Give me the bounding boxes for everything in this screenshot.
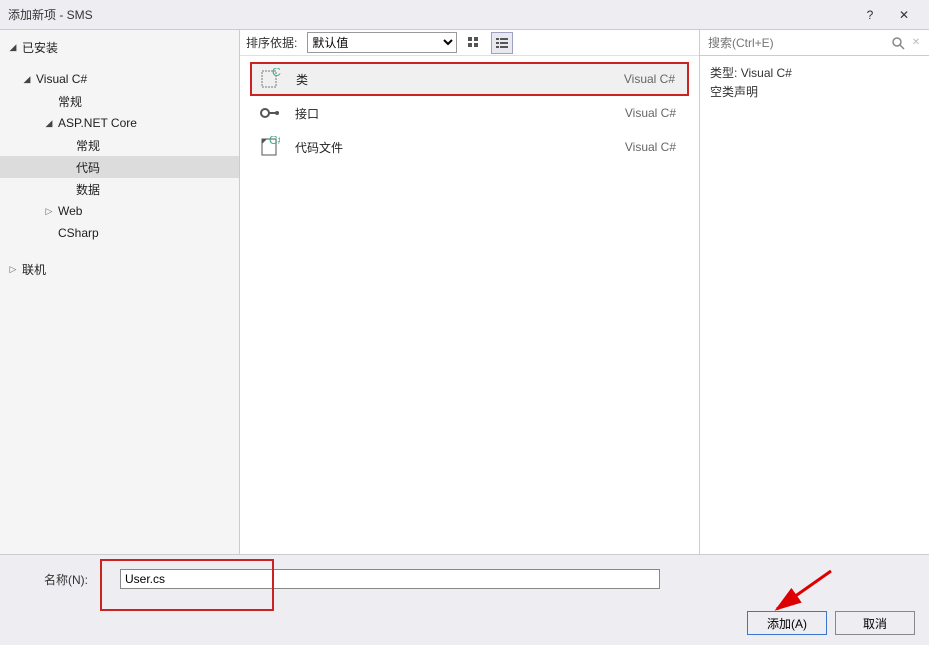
help-icon[interactable]: ? [853,3,887,27]
sidebar-label: Visual C# [36,72,87,86]
code-file-icon: C# [257,135,281,159]
details-panel: 类型: Visual C# 空类声明 [700,56,929,110]
cancel-button[interactable]: 取消 [835,611,915,635]
description-text: 空类声明 [710,83,919,102]
template-row-codefile[interactable]: C# 代码文件 Visual C# [250,130,689,164]
sidebar-node-web[interactable]: Web [0,200,239,222]
type-label: 类型: [710,66,737,80]
type-row: 类型: Visual C# [710,64,919,83]
sidebar-label: 联机 [22,261,46,278]
close-search-icon[interactable]: ✕ [907,37,925,48]
button-row: 添加(A) 取消 [14,611,915,635]
svg-text:C#: C# [269,136,280,147]
main-area: 已安装 Visual C# 常规 ASP.NET Core 常规 代码 数据 [0,30,929,554]
sidebar-label: 常规 [76,137,100,154]
name-input[interactable] [120,569,660,589]
template-name: 代码文件 [295,139,625,156]
sidebar-label: CSharp [58,226,99,240]
chevron-down-icon[interactable] [42,116,56,130]
add-button[interactable]: 添加(A) [747,611,827,635]
right-panel: ✕ 类型: Visual C# 空类声明 [699,30,929,554]
chevron-down-icon[interactable] [6,40,20,54]
name-label: 名称(N): [44,571,114,588]
view-small-icons-icon[interactable] [463,32,485,54]
sort-select[interactable]: 默认值 [307,32,457,53]
sidebar-label: 已安装 [22,39,58,56]
sidebar: 已安装 Visual C# 常规 ASP.NET Core 常规 代码 数据 [0,30,240,554]
template-row-interface[interactable]: 接口 Visual C# [250,96,689,130]
sidebar-section-installed[interactable]: 已安装 [0,36,239,58]
chevron-down-icon[interactable] [20,72,34,86]
template-name: 类 [296,71,624,88]
close-icon[interactable]: ✕ [887,3,921,27]
class-file-icon: C# [258,67,282,91]
titlebar: 添加新项 - SMS ? ✕ [0,0,929,30]
search-box[interactable]: ✕ [700,30,929,56]
type-value: Visual C# [741,66,792,80]
sidebar-label: 常规 [58,93,82,110]
template-row-class[interactable]: C# 类 Visual C# [250,62,689,96]
template-list: C# 类 Visual C# 接口 Visual C# C# 代码文件 Visu… [240,56,699,554]
center-panel: 排序依据: 默认值 C# 类 Visual C# [240,30,699,554]
sidebar-section-online[interactable]: 联机 [0,258,239,280]
interface-icon [257,101,281,125]
template-tag: Visual C# [625,106,676,120]
template-tag: Visual C# [625,140,676,154]
template-name: 接口 [295,105,625,122]
sidebar-node-general2[interactable]: 常规 [0,134,239,156]
chevron-right-icon[interactable] [42,204,56,218]
sort-label: 排序依据: [246,34,297,51]
bottom-bar: 名称(N): 添加(A) 取消 [0,554,929,645]
sidebar-node-csharp[interactable]: CSharp [0,222,239,244]
sidebar-node-code[interactable]: 代码 [0,156,239,178]
sidebar-node-aspnetcore[interactable]: ASP.NET Core [0,112,239,134]
sidebar-label: Web [58,204,82,218]
sidebar-label: 代码 [76,159,100,176]
view-list-icon[interactable] [491,32,513,54]
chevron-right-icon[interactable] [6,262,20,276]
sidebar-label: 数据 [76,181,100,198]
search-icon[interactable] [889,36,907,50]
search-input[interactable] [704,34,889,52]
sidebar-node-data[interactable]: 数据 [0,178,239,200]
sidebar-node-general1[interactable]: 常规 [0,90,239,112]
window-title: 添加新项 - SMS [8,6,853,23]
sidebar-node-visual-csharp[interactable]: Visual C# [0,68,239,90]
name-row: 名称(N): [14,569,915,589]
sidebar-label: ASP.NET Core [58,116,137,130]
template-tag: Visual C# [624,72,675,86]
toolbar: 排序依据: 默认值 [240,30,699,56]
svg-text:C#: C# [272,68,281,79]
